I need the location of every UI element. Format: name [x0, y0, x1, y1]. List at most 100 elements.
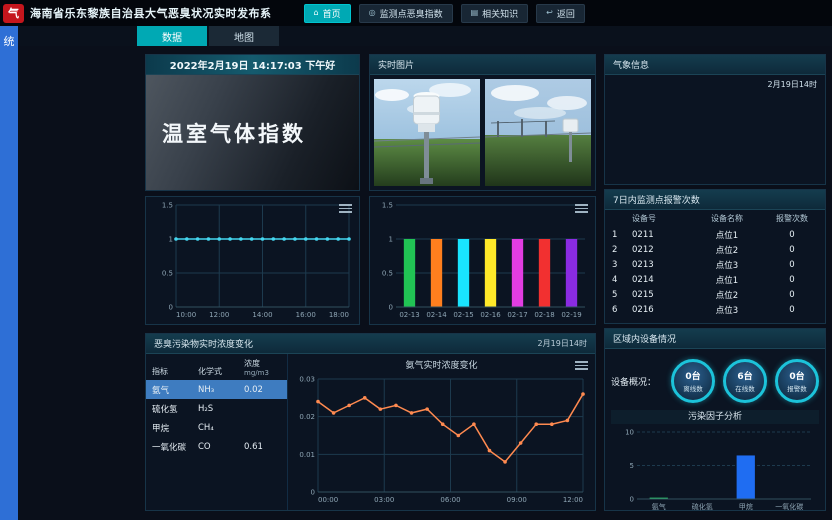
alarm-row-count: 0 — [766, 230, 818, 240]
alarm-col-device: 设备号 — [632, 213, 688, 224]
dashboard: 气 海南省乐东黎族自治县大气恶臭状况实时发布系 ⌂首页◎监测点恶臭指数▤相关知识… — [0, 0, 832, 520]
alarm-header: 7日内监测点报警次数 — [605, 190, 825, 210]
tab-row: 数据地图 — [18, 26, 832, 46]
ammonia-chart-area: 氨气实时浓度变化 00.010.020.0300:0003:0006:0009:… — [288, 354, 595, 510]
side-strip[interactable]: 统 — [0, 26, 18, 520]
svg-text:12:00: 12:00 — [563, 496, 583, 504]
photos-body — [370, 75, 595, 190]
daily-bars-svg: 00.511.502-1302-1402-1502-1602-1702-1802… — [370, 197, 593, 322]
svg-text:0.02: 0.02 — [299, 413, 315, 421]
odor-col-name: 指标 — [152, 366, 198, 377]
alarm-row-name: 点位1 — [688, 274, 766, 286]
odor-header-date: 2月19日14时 — [538, 338, 587, 349]
chart-menu-icon[interactable] — [575, 359, 588, 372]
alarm-table-row: 20212点位20 — [605, 242, 825, 257]
odor-header: 恶臭污染物实时浓度变化 2月19日14时 — [146, 334, 595, 354]
alarm-row-device: 0213 — [632, 260, 688, 270]
svg-text:0.5: 0.5 — [382, 270, 393, 278]
device-stat-label: 报警数 — [787, 383, 807, 393]
tab-2[interactable]: 地图 — [209, 26, 279, 46]
device-overview-row: 设备概况： 0台离线数6台在线数0台报警数 — [611, 352, 819, 410]
svg-text:02-16: 02-16 — [480, 311, 501, 319]
alarm-row-name: 点位3 — [688, 259, 766, 271]
odor-table-row[interactable]: 一氧化碳CO0.61 — [146, 437, 287, 456]
greenhouse-chart-svg: 00.511.510:0012:0014:0016:0018:00 — [146, 197, 357, 322]
alarm-row-index: 1 — [612, 230, 632, 240]
tab-1[interactable]: 数据 — [137, 26, 207, 46]
factor-chart-title: 污染因子分析 — [611, 410, 819, 424]
odor-table-row[interactable]: 硫化氢H₂S — [146, 399, 287, 418]
svg-text:02-18: 02-18 — [534, 311, 554, 319]
odor-col-value-label: 浓度 — [244, 359, 260, 368]
station-photo-1-art — [374, 79, 480, 186]
alarm-row-count: 0 — [766, 290, 818, 300]
svg-text:5: 5 — [630, 462, 634, 470]
alarm-row-count: 0 — [766, 305, 818, 315]
svg-text:0.5: 0.5 — [162, 270, 173, 278]
alarm-row-index: 5 — [612, 290, 632, 300]
svg-text:00:00: 00:00 — [318, 496, 338, 504]
alarm-table-row: 10211点位10 — [605, 227, 825, 242]
svg-text:一氧化碳: 一氧化碳 — [775, 502, 803, 511]
odor-header-title: 恶臭污染物实时浓度变化 — [154, 337, 253, 350]
greeting-header: 2022年2月19日 14:17:03 下午好 — [146, 55, 359, 75]
chart-menu-icon[interactable] — [339, 202, 352, 215]
alarm-row-index: 2 — [612, 245, 632, 255]
svg-text:09:00: 09:00 — [507, 496, 527, 504]
back-icon: ↩ — [546, 9, 553, 17]
nav-item-2[interactable]: ◎监测点恶臭指数 — [359, 4, 453, 23]
ammonia-chart-svg: 00.010.020.0300:0003:0006:0009:0012:00 — [288, 371, 591, 507]
nav-item-label: 相关知识 — [482, 7, 518, 20]
alarm-row-index: 4 — [612, 275, 632, 285]
nav-item-3[interactable]: ▤相关知识 — [461, 4, 529, 23]
greenhouse-chart-wrap: 00.511.510:0012:0014:0016:0018:00 — [146, 197, 359, 324]
odor-row-formula: NH₃ — [198, 385, 244, 395]
alarm-row-index: 3 — [612, 260, 632, 270]
alarm-row-device: 0214 — [632, 275, 688, 285]
svg-text:1.5: 1.5 — [382, 202, 393, 210]
alarm-row-device: 0211 — [632, 230, 688, 240]
svg-text:18:00: 18:00 — [329, 311, 349, 319]
svg-text:02-14: 02-14 — [426, 311, 447, 319]
odor-panel: 恶臭污染物实时浓度变化 2月19日14时 指标 化学式 浓度 mg/m3 氨气N… — [145, 333, 596, 511]
svg-text:0: 0 — [630, 496, 634, 504]
svg-text:10:00: 10:00 — [176, 311, 196, 319]
alarm-table-body: 10211点位1020212点位2030213点位3040214点位105021… — [605, 227, 825, 317]
svg-text:1.5: 1.5 — [162, 202, 173, 210]
svg-text:02-19: 02-19 — [561, 311, 581, 319]
greenhouse-chart-panel: 00.511.510:0012:0014:0016:0018:00 — [145, 196, 360, 325]
svg-text:0.03: 0.03 — [299, 376, 315, 384]
device-stat-count: 6台 — [737, 369, 752, 382]
svg-text:06:00: 06:00 — [440, 496, 460, 504]
chart-menu-icon[interactable] — [575, 202, 588, 215]
odor-row-name: 氨气 — [152, 384, 198, 396]
svg-text:14:00: 14:00 — [252, 311, 272, 319]
alarm-row-count: 0 — [766, 260, 818, 270]
alarm-row-device: 0216 — [632, 305, 688, 315]
device-stat-circle-3: 0台报警数 — [775, 359, 819, 403]
photos-panel: 实时图片 — [369, 54, 596, 191]
alarm-row-name: 点位2 — [688, 244, 766, 256]
alarm-col-name: 设备名称 — [688, 213, 766, 224]
svg-text:0: 0 — [169, 304, 173, 312]
odor-table-row[interactable]: 氨气NH₃0.02 — [146, 380, 287, 399]
alarm-table-row: 30213点位30 — [605, 257, 825, 272]
svg-text:02-13: 02-13 — [399, 311, 419, 319]
daily-bars-panel: 00.511.502-1302-1402-1502-1602-1702-1802… — [369, 196, 596, 325]
svg-text:0: 0 — [311, 489, 315, 497]
svg-text:硫化氢: 硫化氢 — [692, 502, 713, 511]
alarm-row-index: 6 — [612, 305, 632, 315]
odor-table-row[interactable]: 甲烷CH₄ — [146, 418, 287, 437]
device-stat-count: 0台 — [685, 369, 700, 382]
nav-item-4[interactable]: ↩返回 — [536, 4, 585, 23]
odor-table-head: 指标 化学式 浓度 mg/m3 — [146, 356, 287, 380]
svg-text:1: 1 — [169, 236, 173, 244]
home-icon: ⌂ — [314, 9, 319, 17]
odor-row-formula: CH₄ — [198, 423, 244, 433]
daily-bars-wrap: 00.511.502-1302-1402-1502-1602-1702-1802… — [370, 197, 595, 324]
alarm-panel: 7日内监测点报警次数 设备号 设备名称 报警次数 10211点位1020212点… — [604, 189, 826, 324]
greenhouse-index-title: 温室气体指数 — [146, 118, 306, 148]
odor-row-value: 0.61 — [244, 442, 281, 452]
knowledge-icon: ▤ — [471, 9, 479, 17]
nav-item-1[interactable]: ⌂首页 — [304, 4, 351, 23]
